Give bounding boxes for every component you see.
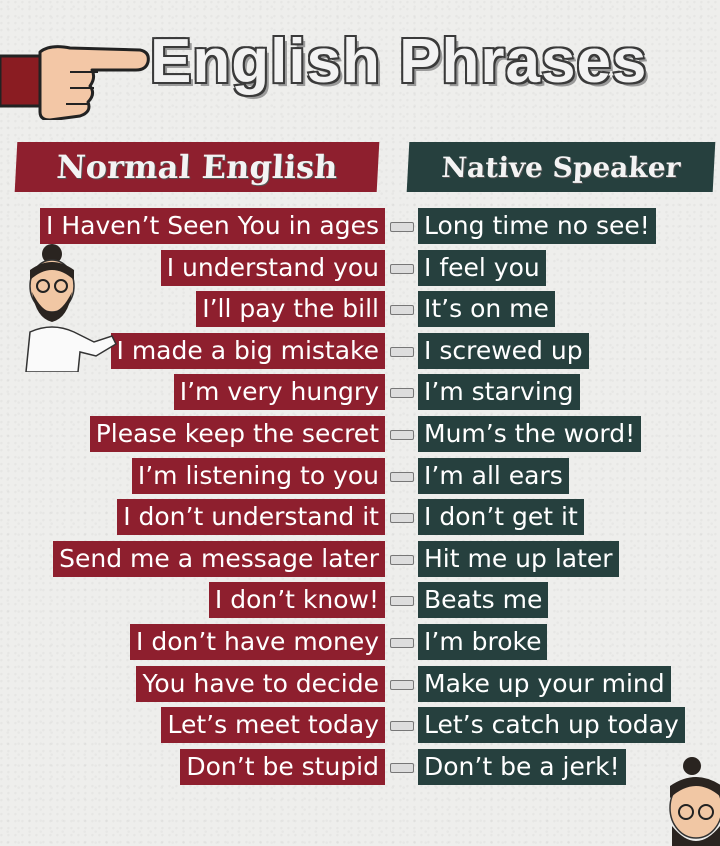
normal-english-phrase: Let’s meet today: [161, 707, 385, 744]
native-speaker-phrase: I screwed up: [418, 332, 589, 369]
native-speaker-phrase: I’m starving: [418, 374, 580, 411]
normal-english-phrase: I’ll pay the bill: [196, 291, 385, 328]
phrase-row: Please keep the secret Mum’s the word!: [0, 416, 720, 452]
normal-english-phrase: Send me a message later: [53, 540, 385, 577]
native-speaker-phrase: Beats me: [418, 582, 549, 619]
normal-english-phrase: Please keep the secret: [89, 416, 385, 452]
normal-english-phrase: I’m listening to you: [131, 457, 385, 494]
page-title: English Phrases: [150, 27, 648, 96]
native-speaker-phrase: Don’t be a jerk!: [418, 748, 626, 785]
phrase-row: Send me a message later Hit me up later: [0, 540, 720, 577]
normal-english-phrase: I Haven’t Seen You in ages: [40, 208, 385, 244]
phrase-row: Let’s meet today Let’s catch up today: [0, 707, 720, 744]
phrase-row: I don’t know! Beats me: [0, 582, 720, 619]
header-native-speaker: Native Speaker: [406, 142, 716, 192]
bearded-man-avatar-icon: [25, 244, 117, 372]
equals-connector: [390, 305, 414, 316]
native-speaker-phrase: I don’t get it: [418, 499, 584, 536]
bearded-man-avatar-icon: [669, 757, 720, 846]
equals-connector: [390, 263, 414, 274]
native-speaker-phrase: Long time no see!: [418, 208, 656, 244]
equals-connector: [390, 638, 414, 648]
equals-connector: [390, 721, 414, 732]
phrase-row: I don’t understand it I don’t get it: [0, 499, 720, 536]
equals-connector: [390, 471, 414, 482]
phrase-row: I’m listening to you I’m all ears: [0, 457, 720, 494]
equals-connector: [390, 762, 414, 773]
normal-english-phrase: I made a big mistake: [110, 332, 385, 369]
normal-english-phrase: I don’t understand it: [117, 499, 385, 536]
normal-english-phrase: Don’t be stupid: [180, 748, 385, 785]
phrase-row: I Haven’t Seen You in ages Long time no s…: [0, 208, 720, 244]
phrase-row: I don’t have money I’m broke: [0, 624, 720, 660]
header-normal-english: Normal English: [14, 142, 380, 192]
native-speaker-phrase: I’m all ears: [418, 457, 569, 494]
normal-english-phrase: You have to decide: [136, 665, 385, 702]
native-speaker-phrase: It’s on me: [418, 291, 555, 328]
normal-english-phrase: I’m very hungry: [173, 374, 385, 411]
native-speaker-phrase: Hit me up later: [418, 540, 619, 577]
normal-english-phrase: I don’t know!: [208, 582, 385, 619]
phrase-row: You have to decide Make up your mind: [0, 665, 720, 702]
native-speaker-phrase: Make up your mind: [418, 665, 671, 702]
phrase-row: I’m very hungry I’m starving: [0, 374, 720, 411]
normal-english-phrase: I don’t have money: [130, 624, 385, 660]
equals-connector: [390, 222, 414, 232]
native-speaker-phrase: Mum’s the word!: [418, 416, 642, 452]
native-speaker-phrase: Let’s catch up today: [418, 707, 685, 744]
normal-english-phrase: I understand you: [160, 249, 385, 286]
equals-connector: [390, 554, 414, 565]
native-speaker-phrase: I feel you: [418, 249, 546, 286]
equals-connector: [390, 596, 414, 607]
equals-connector: [390, 513, 414, 524]
phrase-row: Don’t be stupid Don’t be a jerk!: [0, 748, 720, 785]
equals-connector: [390, 388, 414, 399]
equals-connector: [390, 346, 414, 357]
equals-connector: [390, 679, 414, 690]
native-speaker-phrase: I’m broke: [418, 624, 548, 660]
equals-connector: [390, 430, 414, 440]
pointing-hand-icon: [0, 45, 150, 120]
